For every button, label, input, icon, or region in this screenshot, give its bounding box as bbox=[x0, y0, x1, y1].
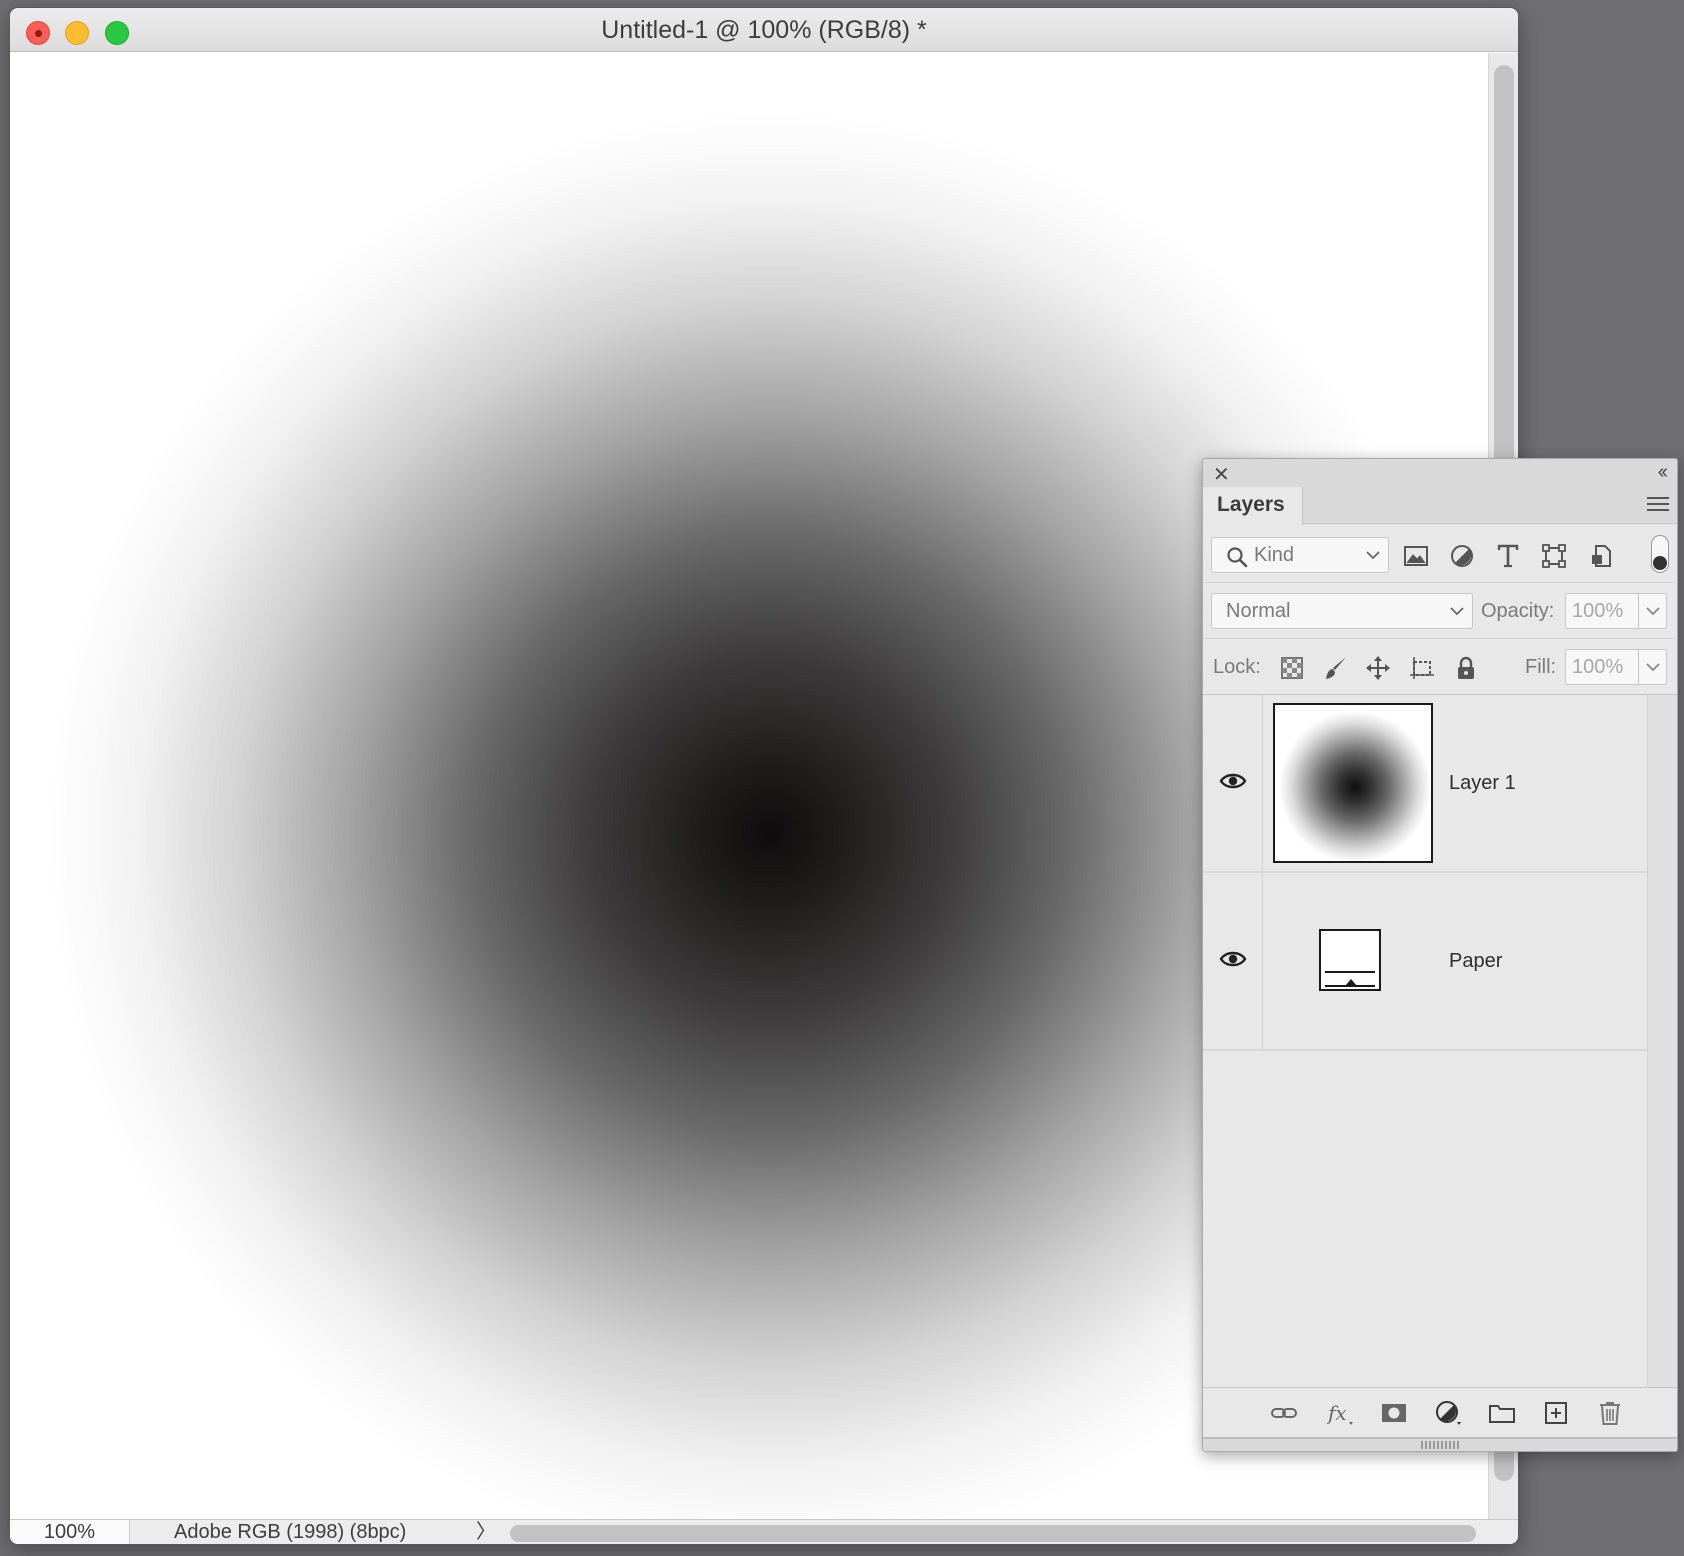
horizontal-scroll-thumb[interactable] bbox=[510, 1525, 1476, 1542]
blend-mode-value: Normal bbox=[1226, 600, 1291, 622]
filter-kind-select[interactable]: Kind bbox=[1211, 537, 1389, 573]
layer-list-scrollbar[interactable] bbox=[1647, 695, 1677, 1387]
panel-header[interactable]: ✕ ‹‹ bbox=[1203, 459, 1677, 487]
lock-transparent-pixels-icon[interactable] bbox=[1279, 655, 1305, 681]
smart-object-filter-icon[interactable] bbox=[1589, 543, 1615, 569]
grip-icon[interactable] bbox=[1421, 1441, 1461, 1449]
blend-mode-select[interactable]: Normal bbox=[1211, 593, 1473, 629]
lock-image-pixels-icon[interactable] bbox=[1323, 655, 1349, 681]
tab-layers[interactable]: Layers bbox=[1203, 487, 1303, 525]
adjustment-layer-filter-icon[interactable] bbox=[1449, 543, 1475, 569]
link-layers-icon[interactable] bbox=[1269, 1400, 1299, 1426]
lock-artboard-icon[interactable] bbox=[1409, 655, 1435, 681]
adjustment-layer-icon[interactable] bbox=[1433, 1400, 1463, 1426]
fx-icon[interactable]: fx bbox=[1325, 1400, 1355, 1426]
fill-field[interactable]: 100% bbox=[1565, 649, 1667, 685]
filter-toggle-switch[interactable] bbox=[1651, 535, 1669, 573]
delete-layer-icon[interactable] bbox=[1595, 1400, 1625, 1426]
layers-bottom-toolbar: fx bbox=[1203, 1387, 1677, 1437]
svg-text:fx: fx bbox=[1326, 1401, 1347, 1425]
chevron-down-icon bbox=[1450, 607, 1464, 616]
visibility-toggle[interactable] bbox=[1203, 873, 1263, 1049]
visibility-toggle[interactable] bbox=[1203, 695, 1263, 871]
new-layer-icon[interactable] bbox=[1541, 1400, 1571, 1426]
layer-name[interactable]: Paper bbox=[1449, 945, 1502, 977]
chevron-down-icon[interactable] bbox=[1646, 606, 1660, 616]
opacity-field[interactable]: 100% bbox=[1565, 593, 1667, 629]
search-icon bbox=[1227, 547, 1248, 568]
opacity-value: 100% bbox=[1572, 600, 1624, 622]
pixel-layer-filter-icon[interactable] bbox=[1403, 543, 1429, 569]
eye-icon[interactable] bbox=[1219, 949, 1247, 969]
document-title: Untitled-1 @ 100% (RGB/8) * bbox=[601, 16, 927, 44]
chevron-down-icon[interactable] bbox=[1646, 662, 1660, 672]
fill-label: Fill: bbox=[1525, 656, 1557, 678]
layer-name[interactable]: Layer 1 bbox=[1449, 767, 1516, 799]
zoom-level-field[interactable]: 100% bbox=[10, 1520, 130, 1544]
panel-resize-grip[interactable] bbox=[1203, 1437, 1677, 1451]
opacity-label: Opacity: bbox=[1481, 600, 1555, 622]
layer-thumbnail bbox=[1273, 703, 1433, 863]
status-bar: 100% Adobe RGB (1998) (8bpc) 〉 bbox=[10, 1519, 1518, 1544]
close-panel-icon[interactable]: ✕ bbox=[1213, 462, 1230, 487]
collapse-panel-icon[interactable]: ‹‹ bbox=[1658, 461, 1668, 484]
add-mask-icon[interactable] bbox=[1379, 1400, 1409, 1426]
panel-menu-icon[interactable] bbox=[1647, 493, 1669, 515]
layer-list: Layer 1 Paper bbox=[1203, 695, 1647, 1387]
blend-mode-row: Normal Opacity: 100% bbox=[1203, 583, 1677, 639]
chevron-down-icon bbox=[1366, 551, 1380, 560]
layer-filter-row: Kind bbox=[1203, 525, 1677, 583]
paper-layer-thumbnail bbox=[1319, 929, 1381, 991]
document-profile-info[interactable]: Adobe RGB (1998) (8bpc) bbox=[174, 1520, 406, 1544]
title-bar[interactable]: Untitled-1 @ 100% (RGB/8) * bbox=[10, 8, 1518, 52]
fill-value: 100% bbox=[1572, 656, 1624, 678]
shape-layer-filter-icon[interactable] bbox=[1541, 543, 1567, 569]
layer-row-paper[interactable]: Paper bbox=[1203, 873, 1647, 1051]
status-menu-arrow-icon[interactable]: 〉 bbox=[476, 1520, 496, 1544]
new-group-icon[interactable] bbox=[1487, 1400, 1517, 1426]
layers-panel: ✕ ‹‹ Layers Kind Normal Opacity: 100% Lo… bbox=[1202, 458, 1678, 1452]
lock-position-icon[interactable] bbox=[1365, 655, 1391, 681]
lock-row: Lock: Fill: 100% bbox=[1203, 639, 1677, 695]
layer-row-layer-1[interactable]: Layer 1 bbox=[1203, 695, 1647, 873]
eye-icon[interactable] bbox=[1219, 771, 1247, 791]
lock-label: Lock: bbox=[1213, 656, 1261, 678]
filter-kind-label: Kind bbox=[1254, 544, 1295, 566]
type-layer-filter-icon[interactable] bbox=[1495, 543, 1521, 569]
lock-all-icon[interactable] bbox=[1453, 655, 1479, 681]
panel-tab-row: Layers bbox=[1203, 487, 1677, 525]
